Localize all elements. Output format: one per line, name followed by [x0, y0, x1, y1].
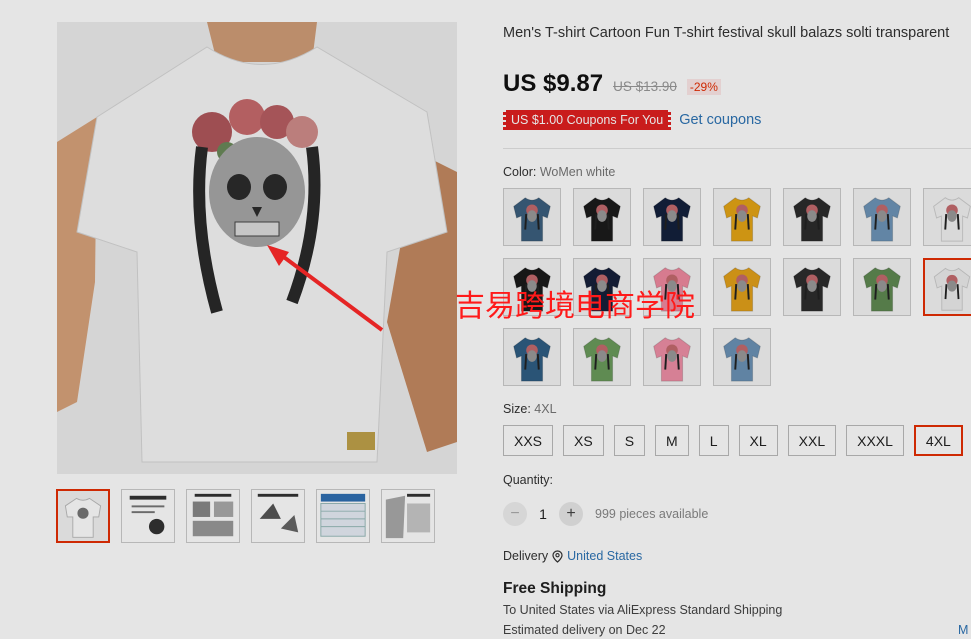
- quantity-value[interactable]: 1: [539, 506, 547, 522]
- shipping-title: Free Shipping: [503, 580, 607, 597]
- quantity-label: Quantity:: [503, 473, 554, 487]
- color-label: Color:: [503, 165, 537, 179]
- color-swatch[interactable]: [713, 328, 771, 386]
- estimated-delivery: Estimated delivery on Dec 22: [503, 623, 666, 637]
- color-swatch[interactable]: [573, 188, 631, 246]
- size-option[interactable]: XXL: [787, 425, 837, 456]
- color-swatch[interactable]: [643, 328, 701, 386]
- color-swatch[interactable]: [643, 188, 701, 246]
- color-swatch[interactable]: [783, 258, 841, 316]
- color-swatch[interactable]: [713, 188, 771, 246]
- thumbnail-1[interactable]: [56, 489, 110, 543]
- color-swatch[interactable]: [923, 258, 971, 316]
- thumbnail-4[interactable]: [251, 489, 305, 543]
- product-title: Men's T-shirt Cartoon Fun T-shirt festiv…: [503, 25, 950, 41]
- thumbnail-2[interactable]: [121, 489, 175, 543]
- location-pin-icon: [552, 549, 563, 563]
- watermark-text: 吉易跨境电商学院: [455, 289, 695, 324]
- discount-badge: -29%: [686, 79, 721, 95]
- color-swatch[interactable]: [573, 328, 631, 386]
- thumbnail-3[interactable]: [186, 489, 240, 543]
- delivery-label: Delivery: [503, 549, 549, 563]
- get-coupons-link[interactable]: Get coupons: [679, 112, 761, 128]
- thumbnail-5[interactable]: [316, 489, 370, 543]
- current-price: US $9.87: [503, 70, 604, 97]
- main-product-image[interactable]: [57, 22, 457, 474]
- color-swatch[interactable]: [923, 188, 971, 246]
- color-selected-value: WoMen white: [539, 165, 616, 179]
- size-option[interactable]: S: [613, 425, 646, 456]
- size-option[interactable]: 4XL: [913, 425, 963, 456]
- divider: [503, 148, 971, 149]
- delivery-row: Delivery United States: [503, 549, 642, 563]
- price-row: US $9.87 US $13.90 -29%: [503, 70, 721, 98]
- size-options: XXS XS S M L XL XXL XXXL 4XL: [503, 425, 963, 456]
- size-option[interactable]: L: [698, 425, 729, 456]
- size-option[interactable]: XXS: [503, 425, 554, 456]
- shipping-method: To United States via AliExpress Standard…: [503, 603, 783, 617]
- size-label: Size:: [503, 402, 531, 416]
- size-label-line: Size: 4XL: [503, 402, 557, 416]
- size-option[interactable]: XXXL: [846, 425, 904, 456]
- coupon-badge[interactable]: US $1.00 Coupons For You: [503, 110, 672, 130]
- size-option[interactable]: M: [655, 425, 689, 456]
- more-shipping-options-link[interactable]: M: [958, 623, 968, 637]
- delivery-country-link[interactable]: United States: [567, 549, 642, 563]
- quantity-decrease-button[interactable]: −: [503, 502, 527, 526]
- color-swatch[interactable]: [853, 258, 911, 316]
- color-swatch[interactable]: [713, 258, 771, 316]
- size-option[interactable]: XL: [738, 425, 778, 456]
- size-selected-value: 4XL: [534, 402, 557, 416]
- color-swatch[interactable]: [503, 188, 561, 246]
- coupon-row: US $1.00 Coupons For You Get coupons: [503, 110, 761, 130]
- thumbnail-6[interactable]: [381, 489, 435, 543]
- color-swatch[interactable]: [783, 188, 841, 246]
- original-price: US $13.90: [613, 79, 677, 94]
- color-swatch[interactable]: [503, 328, 561, 386]
- quantity-available: 999 pieces available: [595, 507, 709, 521]
- quantity-increase-button[interactable]: +: [559, 502, 583, 526]
- size-option[interactable]: XS: [563, 425, 604, 456]
- color-swatch[interactable]: [853, 188, 911, 246]
- quantity-stepper: − 1 + 999 pieces available: [503, 502, 708, 526]
- thumbnail-strip: [56, 489, 435, 543]
- color-label-line: Color: WoMen white: [503, 165, 615, 179]
